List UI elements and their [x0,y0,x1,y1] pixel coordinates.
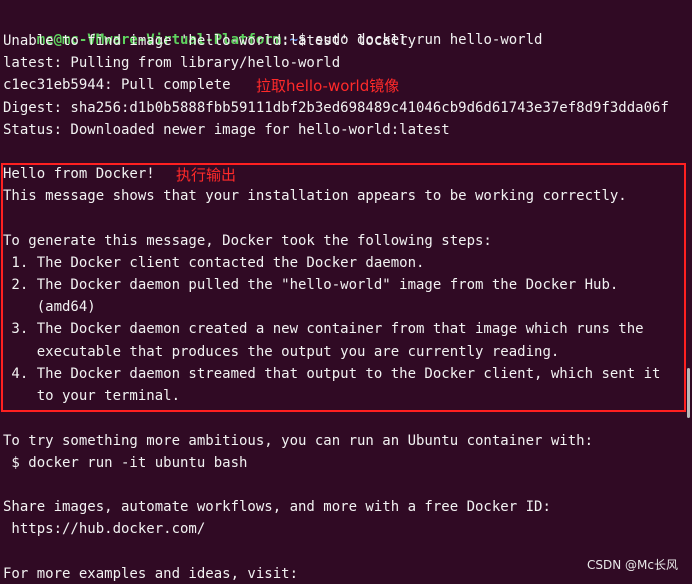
output-line: $ docker run -it ubuntu bash [3,455,248,471]
output-line: 2. The Docker daemon pulled the "hello-w… [3,277,619,293]
output-line: Unable to find image 'hello-world:latest… [3,33,417,49]
output-line: Share images, automate workflows, and mo… [3,499,551,515]
output-line: To generate this message, Docker took th… [3,233,492,249]
output-line: https://hub.docker.com/ [3,521,206,537]
output-line: 1. The Docker client contacted the Docke… [3,255,425,271]
output-line: For more examples and ideas, visit: [3,566,299,582]
output-line: Status: Downloaded newer image for hello… [3,122,450,138]
output-line: (amd64) [3,299,96,315]
output-line: This message shows that your installatio… [3,188,627,204]
output-line: to your terminal. [3,388,181,404]
output-line: Hello from Docker! [3,166,155,182]
output-line: 4. The Docker daemon streamed that outpu… [3,366,661,382]
annotation-pull-image: 拉取hello-world镜像 [256,77,400,95]
output-line: latest: Pulling from library/hello-world [3,55,341,71]
csdn-watermark: CSDN @Mc长风 [587,558,678,572]
output-line: Digest: sha256:d1b0b5888fbb59111dbf2b3ed… [3,100,669,116]
terminal-window[interactable]: mc@mc-VMware-Virtual-Platform:~$ sudo do… [0,0,692,584]
output-line: c1ec31eb5944: Pull complete [3,77,231,93]
output-line: 3. The Docker daemon created a new conta… [3,321,644,337]
output-line: executable that produces the output you … [3,344,560,360]
prompt-line: mc@mc-VMware-Virtual-Platform:~$ sudo do… [3,7,543,48]
output-line: To try something more ambitious, you can… [3,433,594,449]
annotation-run-output: 执行输出 [176,166,237,184]
terminal-scrollbar[interactable] [687,368,690,418]
